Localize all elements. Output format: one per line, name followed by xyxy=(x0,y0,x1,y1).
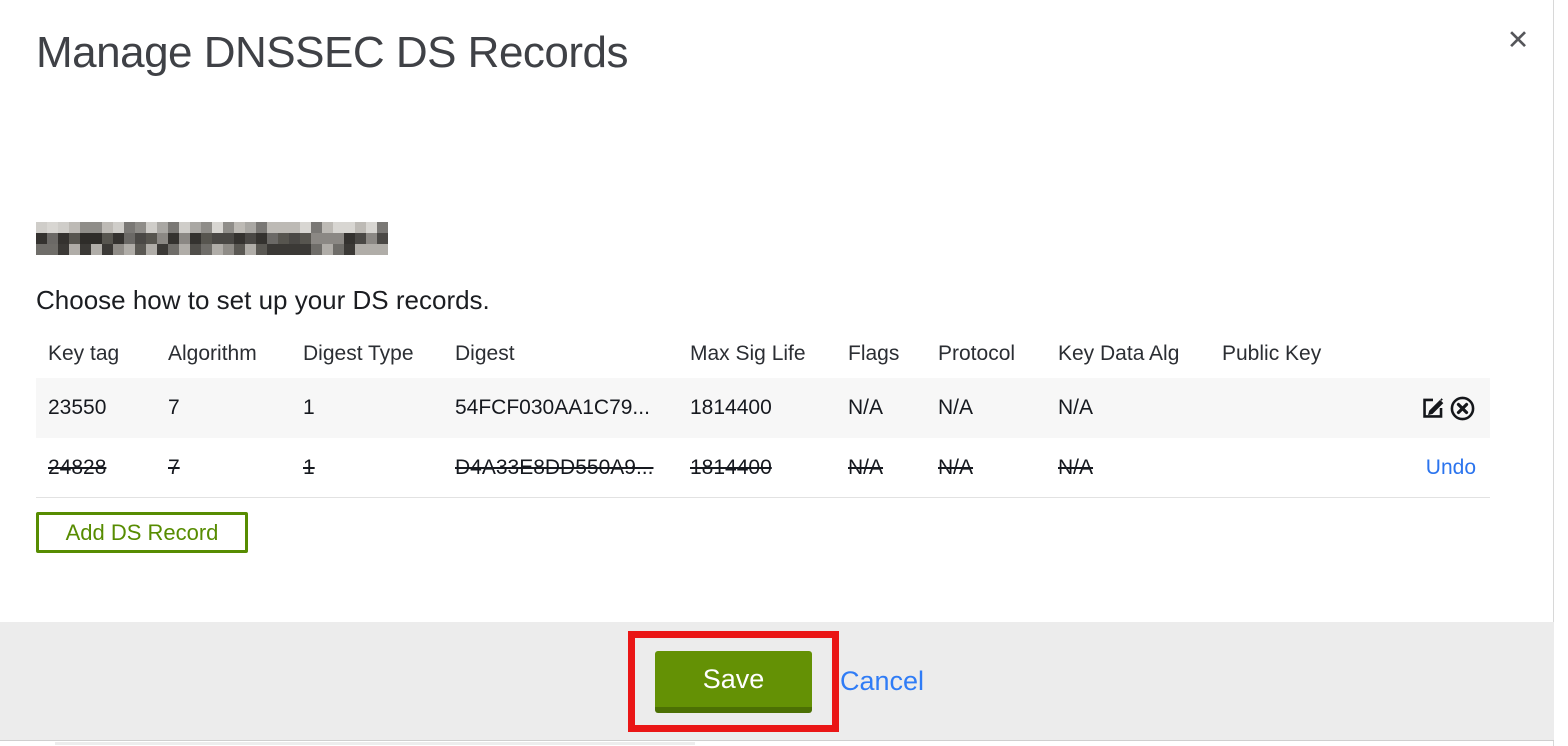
column-header-public-key: Public Key xyxy=(1222,342,1322,365)
cell-key-tag: 24828 xyxy=(48,455,107,479)
screen: Manage DNSSEC DS Records ✕ Choose how to… xyxy=(0,0,1568,746)
column-header-key-data-alg: Key Data Alg xyxy=(1058,342,1180,365)
cancel-link[interactable]: Cancel xyxy=(840,666,924,697)
table-row-deleted: 24828 7 1 D4A33E8DD550A9... 1814400 N/A … xyxy=(36,438,1490,498)
column-header-algorithm: Algorithm xyxy=(168,342,257,365)
page-title: Manage DNSSEC DS Records xyxy=(36,28,629,77)
column-header-digest: Digest xyxy=(455,342,515,365)
column-header-flags: Flags xyxy=(848,342,900,365)
edit-record-icon[interactable] xyxy=(1419,395,1446,422)
redacted-domain-name xyxy=(36,222,388,255)
cell-algorithm: 7 xyxy=(168,396,180,419)
cell-max-sig-life: 1814400 xyxy=(690,396,772,419)
row-actions: Undo xyxy=(1350,456,1490,480)
column-header-protocol: Protocol xyxy=(938,342,1016,365)
cell-key-data-alg: N/A xyxy=(1058,455,1094,479)
column-header-max-sig-life: Max Sig Life xyxy=(690,342,806,365)
cell-digest-type: 1 xyxy=(303,396,315,419)
cell-key-tag: 23550 xyxy=(48,396,107,419)
cell-digest-type: 1 xyxy=(303,455,315,479)
undo-link[interactable]: Undo xyxy=(1426,456,1476,480)
add-ds-record-button[interactable]: Add DS Record xyxy=(36,512,248,553)
save-button[interactable]: Save xyxy=(655,651,812,713)
table-header-row: Key tag Algorithm Digest Type Digest Max… xyxy=(36,330,1490,378)
cell-protocol: N/A xyxy=(938,396,974,419)
dnssec-modal: Manage DNSSEC DS Records ✕ Choose how to… xyxy=(0,0,1554,746)
modal-footer: Save Cancel xyxy=(0,622,1554,741)
table-row: 23550 7 1 54FCF030AA1C79... 1814400 N/A … xyxy=(36,378,1490,438)
cell-digest: D4A33E8DD550A9... xyxy=(455,455,654,479)
cell-algorithm: 7 xyxy=(168,455,180,479)
close-icon[interactable]: ✕ xyxy=(1498,20,1538,60)
instruction-text: Choose how to set up your DS records. xyxy=(36,285,490,315)
column-header-digest-type: Digest Type xyxy=(303,342,414,365)
column-header-key-tag: Key tag xyxy=(48,342,120,365)
cell-key-data-alg: N/A xyxy=(1058,396,1094,419)
cell-flags: N/A xyxy=(848,455,884,479)
delete-record-icon[interactable] xyxy=(1449,395,1476,422)
page-behind-content xyxy=(55,742,695,745)
cell-digest: 54FCF030AA1C79... xyxy=(455,396,650,419)
cell-flags: N/A xyxy=(848,396,884,419)
cell-max-sig-life: 1814400 xyxy=(690,455,772,479)
cell-protocol: N/A xyxy=(938,455,974,479)
ds-records-table: Key tag Algorithm Digest Type Digest Max… xyxy=(36,330,1490,498)
row-actions xyxy=(1350,395,1490,422)
